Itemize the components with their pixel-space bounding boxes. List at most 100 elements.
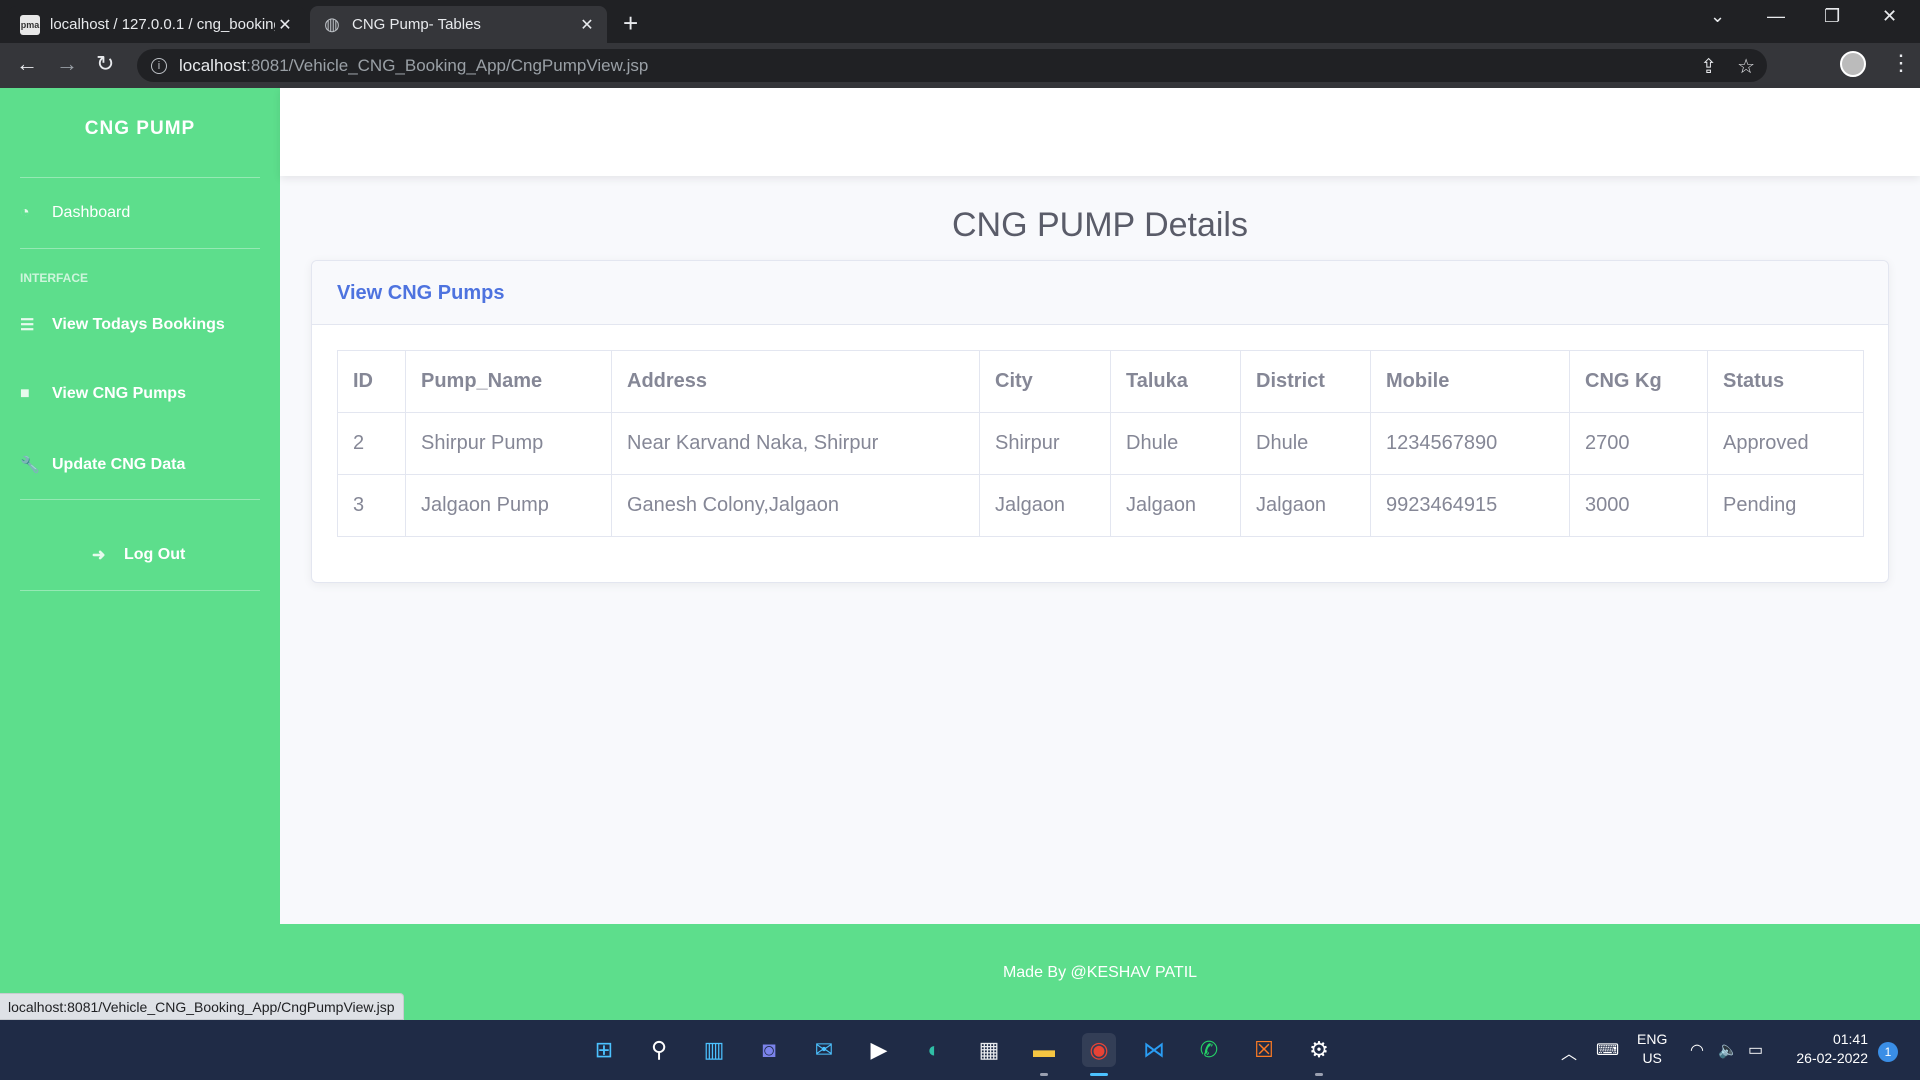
column-header: Taluka (1110, 350, 1241, 413)
table-cell: Jalgaon (1110, 474, 1241, 537)
sidebar-item-dashboard[interactable]: ◔ Dashboard (20, 204, 130, 222)
battery-icon[interactable]: ▭ (1748, 1040, 1763, 1060)
logout-link[interactable]: ➜ Log Out (92, 545, 185, 565)
table-cell: 3000 (1569, 474, 1708, 537)
tab-title: CNG Pump- Tables (352, 16, 481, 33)
close-icon[interactable]: ✕ (577, 15, 597, 35)
teams-chat-icon[interactable]: ◙ (752, 1033, 786, 1067)
start-icon[interactable]: ⊞ (587, 1033, 621, 1067)
table-cell: Jalgaon (1240, 474, 1371, 537)
xampp-icon[interactable]: ☒ (1247, 1033, 1281, 1067)
chevron-up-icon[interactable]: ︿ (1561, 1040, 1577, 1064)
pumps-table: ID Pump_Name Address City Taluka Distric… (337, 350, 1864, 537)
bookmark-star-icon[interactable]: ☆ (1737, 54, 1755, 79)
browser-tab-cng-pump[interactable]: ◍ CNG Pump- Tables ✕ (310, 6, 607, 43)
system-clock[interactable]: 01:41 26-02-2022 (1776, 1030, 1868, 1068)
edge-icon[interactable]: ◐ (917, 1033, 951, 1067)
pumps-card: View CNG Pumps ID Pump_Name Address City… (311, 260, 1889, 583)
browser-menu-icon[interactable]: ⋮ (1890, 50, 1912, 76)
profile-avatar[interactable] (1840, 51, 1866, 77)
url-host: localhost (179, 55, 247, 75)
close-icon[interactable]: ✕ (275, 15, 295, 35)
table-cell: Near Karvand Naka, Shirpur (611, 412, 980, 475)
sidebar-item-view-todays-bookings[interactable]: ☰ View Todays Bookings (20, 315, 225, 335)
sidebar-divider (20, 248, 260, 249)
sidebar-item-update-cng-data[interactable]: 🔧 Update CNG Data (20, 455, 185, 475)
sidebar-divider (20, 177, 260, 178)
table-row: 2 Shirpur Pump Near Karvand Naka, Shirpu… (337, 412, 1864, 475)
chrome-icon[interactable]: ◉ (1082, 1033, 1116, 1067)
new-tab-icon[interactable]: + (623, 8, 638, 39)
tab-search-icon[interactable]: ⌄ (1710, 6, 1725, 27)
column-header: District (1240, 350, 1371, 413)
link-status-bubble: localhost:8081/Vehicle_CNG_Booking_App/C… (0, 993, 404, 1020)
restore-icon[interactable]: ❐ (1824, 6, 1840, 27)
running-indicator (1040, 1073, 1048, 1076)
table-cell: Jalgaon (979, 474, 1111, 537)
card-title: View CNG Pumps (337, 282, 505, 304)
site-info-icon[interactable]: i (151, 57, 167, 74)
media-player-icon[interactable]: ▶ (862, 1033, 896, 1067)
list-icon: ☰ (20, 317, 35, 334)
table-cell: Ganesh Colony,Jalgaon (611, 474, 980, 537)
keyboard-icon[interactable]: ⌨ (1596, 1040, 1619, 1060)
table-cell: Dhule (1110, 412, 1241, 475)
table-cell: 2700 (1569, 412, 1708, 475)
sidebar-item-label: View CNG Pumps (52, 385, 186, 402)
search-icon[interactable]: ⚲ (642, 1033, 676, 1067)
browser-tab-phpmyadmin[interactable]: pma localhost / 127.0.0.1 / cng_booking … (8, 6, 305, 43)
browser-toolbar: ← → ↻ i localhost:8081/Vehicle_CNG_Booki… (0, 43, 1920, 88)
settings-gear-icon[interactable]: ⚙ (1302, 1033, 1336, 1067)
sidebar: CNG PUMP ◔ Dashboard INTERFACE ☰ View To… (0, 88, 280, 924)
sidebar-brand[interactable]: CNG PUMP (0, 118, 280, 140)
column-header: ID (337, 350, 406, 413)
notification-badge[interactable]: 1 (1878, 1042, 1898, 1062)
volume-icon[interactable]: 🔈 (1718, 1040, 1738, 1060)
active-indicator (1090, 1073, 1108, 1076)
window-close-icon[interactable]: ✕ (1882, 6, 1897, 27)
language-indicator[interactable]: ENG US (1637, 1030, 1667, 1068)
sidebar-item-view-cng-pumps[interactable]: ■ View CNG Pumps (20, 385, 186, 403)
sidebar-heading: INTERFACE (20, 271, 89, 285)
forward-icon[interactable]: → (56, 51, 78, 77)
card-header: View CNG Pumps (312, 261, 1888, 325)
reload-icon[interactable]: ↻ (96, 51, 114, 77)
wifi-icon[interactable]: ◠ (1690, 1040, 1704, 1060)
table-cell: 3 (337, 474, 406, 537)
address-bar[interactable]: i localhost:8081/Vehicle_CNG_Booking_App… (137, 49, 1767, 82)
sidebar-item-label: Dashboard (52, 204, 131, 221)
url-path: :8081/Vehicle_CNG_Booking_App/CngPumpVie… (246, 55, 649, 75)
task-view-icon[interactable]: ▥ (697, 1033, 731, 1067)
table-cell: Jalgaon Pump (405, 474, 612, 537)
sidebar-item-label: View Todays Bookings (52, 316, 225, 333)
column-header: Mobile (1370, 350, 1570, 413)
share-icon[interactable]: ⇪ (1700, 54, 1717, 79)
page-title: CNG PUMP Details (952, 206, 1248, 244)
table-cell: 9923464915 (1370, 474, 1570, 537)
clock-time: 01:41 (1832, 1031, 1868, 1047)
phpmyadmin-icon: pma (20, 14, 40, 35)
tab-title: localhost / 127.0.0.1 / cng_booking (50, 16, 275, 33)
table-cell: Pending (1707, 474, 1864, 537)
clock-date: 26-02-2022 (1796, 1050, 1868, 1066)
sidebar-divider (20, 499, 260, 500)
store-icon[interactable]: ▦ (972, 1033, 1006, 1067)
whatsapp-icon[interactable]: ✆ (1192, 1033, 1226, 1067)
running-indicator (1315, 1073, 1323, 1076)
file-explorer-icon[interactable]: ▬ (1027, 1033, 1061, 1067)
language-code: ENG (1637, 1031, 1668, 1047)
table-cell: Dhule (1240, 412, 1371, 475)
mail-icon[interactable]: ✉ (807, 1033, 841, 1067)
table-cell: Shirpur Pump (405, 412, 612, 475)
back-icon[interactable]: ← (16, 51, 38, 77)
region-code: US (1642, 1050, 1662, 1066)
browser-tab-bar: pma localhost / 127.0.0.1 / cng_booking … (0, 0, 1920, 43)
table-cell: 1234567890 (1370, 412, 1570, 475)
logout-label: Log Out (124, 546, 186, 563)
table-cell: 2 (337, 412, 406, 475)
sign-out-icon: ➜ (92, 547, 106, 564)
vscode-icon[interactable]: ⋈ (1137, 1033, 1171, 1067)
minimize-icon[interactable]: — (1767, 6, 1785, 27)
table-cell: Approved (1707, 412, 1864, 475)
dashboard-icon: ◔ (20, 204, 30, 221)
